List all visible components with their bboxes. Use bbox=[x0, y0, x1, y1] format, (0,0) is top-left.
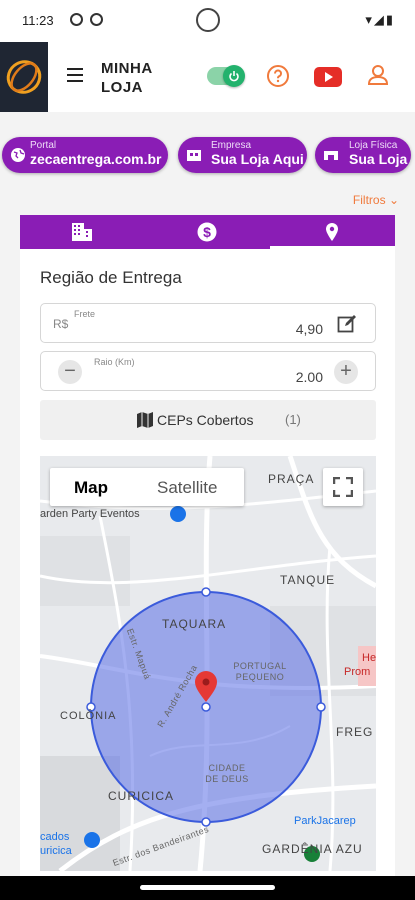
globe-icon bbox=[11, 148, 25, 162]
portal-label: zecaentrega.com.br bbox=[30, 151, 162, 167]
svg-text:$: $ bbox=[203, 224, 211, 240]
portal-caption: Portal bbox=[30, 140, 57, 151]
power-icon bbox=[223, 65, 245, 87]
status-bar: 11:23 ▾◢▮ bbox=[0, 0, 415, 42]
decrease-radius-button[interactable]: − bbox=[58, 360, 82, 384]
help-icon[interactable] bbox=[266, 64, 290, 88]
frete-label: Frete bbox=[74, 309, 96, 319]
delivery-map[interactable]: PRAÇA arden Party Eventos TANQUE TAQUARA… bbox=[40, 456, 376, 871]
map-type-map-button[interactable]: Map bbox=[74, 478, 108, 498]
frete-field[interactable]: Frete R$ 4,90 bbox=[40, 303, 376, 343]
map-type-satellite-button[interactable]: Satellite bbox=[157, 478, 217, 498]
raio-field[interactable]: − Raio (Km) 2.00 + bbox=[40, 351, 376, 391]
store-open-toggle[interactable] bbox=[207, 65, 245, 87]
map-label: TAQUARA bbox=[162, 617, 227, 631]
loja-fisica-button[interactable]: Loja Física Sua Loja bbox=[315, 137, 411, 173]
map-label: He bbox=[362, 652, 376, 664]
status-time: 11:23 bbox=[22, 13, 54, 28]
map-icon bbox=[137, 412, 153, 428]
filters-label: Filtros bbox=[352, 193, 386, 207]
map-label: CURICICA bbox=[108, 789, 175, 803]
camera-cutout bbox=[196, 8, 220, 32]
tab-bar: $ bbox=[20, 215, 395, 249]
map-label: FREG bbox=[336, 725, 374, 739]
empresa-label: Sua Loja Aqui bbox=[211, 151, 304, 167]
ceps-label: CEPs Cobertos bbox=[157, 412, 254, 428]
map-label: arden Party Eventos bbox=[40, 508, 140, 520]
dollar-icon: $ bbox=[197, 222, 217, 242]
shop-icon bbox=[324, 151, 338, 160]
dnd-icon bbox=[70, 13, 83, 26]
store-icon bbox=[187, 150, 201, 161]
sync-icon bbox=[90, 13, 103, 26]
loja-label: Sua Loja bbox=[349, 151, 408, 167]
building-icon bbox=[72, 223, 92, 241]
delivery-card: $ Região de Entrega Frete R$ 4,90 − Raio… bbox=[20, 215, 395, 885]
section-title: Região de Entrega bbox=[40, 268, 182, 287]
tab-company[interactable] bbox=[20, 215, 145, 249]
map-type-control: Map Satellite bbox=[50, 468, 244, 506]
map-label: GARDÊNIA AZU bbox=[262, 842, 363, 856]
app-logo[interactable] bbox=[0, 42, 48, 112]
map-label: TANQUE bbox=[280, 573, 336, 587]
map-label: ParkJacarep bbox=[294, 815, 356, 827]
system-nav-bar bbox=[0, 876, 415, 900]
frete-value: 4,90 bbox=[295, 321, 323, 337]
map-label: COLÔNIA bbox=[60, 710, 117, 722]
loja-caption: Loja Física bbox=[349, 140, 398, 151]
store-name: MINHA LOJA bbox=[101, 60, 153, 96]
app-header: MINHA LOJA bbox=[0, 42, 415, 112]
tab-payment[interactable]: $ bbox=[145, 215, 270, 249]
active-tab-indicator bbox=[270, 246, 395, 249]
fullscreen-button[interactable] bbox=[323, 468, 363, 506]
raio-value: 2.00 bbox=[295, 369, 323, 385]
location-pin-icon bbox=[326, 223, 338, 241]
map-label: cados bbox=[40, 831, 70, 843]
map-label: Prom bbox=[344, 666, 371, 678]
empresa-caption: Empresa bbox=[211, 140, 252, 151]
home-gesture-handle[interactable] bbox=[140, 885, 275, 890]
chevron-down-icon: ⌄ bbox=[388, 193, 399, 207]
edit-icon[interactable] bbox=[337, 314, 357, 334]
raio-label: Raio (Km) bbox=[94, 357, 135, 367]
map-label: PRAÇA bbox=[268, 472, 315, 486]
signal-battery-icons: ▾◢▮ bbox=[365, 12, 395, 27]
portal-button[interactable]: Portal zecaentrega.com.br bbox=[2, 137, 168, 173]
fullscreen-icon bbox=[333, 477, 353, 497]
ceps-covered-button[interactable]: CEPs Cobertos (1) bbox=[40, 400, 376, 440]
tab-location[interactable] bbox=[270, 215, 395, 249]
map-label: CIDADE DE DEUS bbox=[205, 763, 249, 784]
filters-dropdown[interactable]: Filtros ⌄ bbox=[353, 193, 399, 207]
currency-prefix: R$ bbox=[53, 317, 69, 331]
increase-radius-button[interactable]: + bbox=[334, 360, 358, 384]
youtube-icon[interactable] bbox=[314, 67, 342, 87]
ceps-count: (1) bbox=[285, 412, 301, 427]
map-label: uricica bbox=[40, 845, 72, 857]
menu-icon[interactable] bbox=[67, 68, 83, 86]
empresa-button[interactable]: Empresa Sua Loja Aqui bbox=[178, 137, 307, 173]
user-icon[interactable] bbox=[367, 64, 389, 88]
map-label: PORTUGAL PEQUENO bbox=[233, 661, 287, 682]
